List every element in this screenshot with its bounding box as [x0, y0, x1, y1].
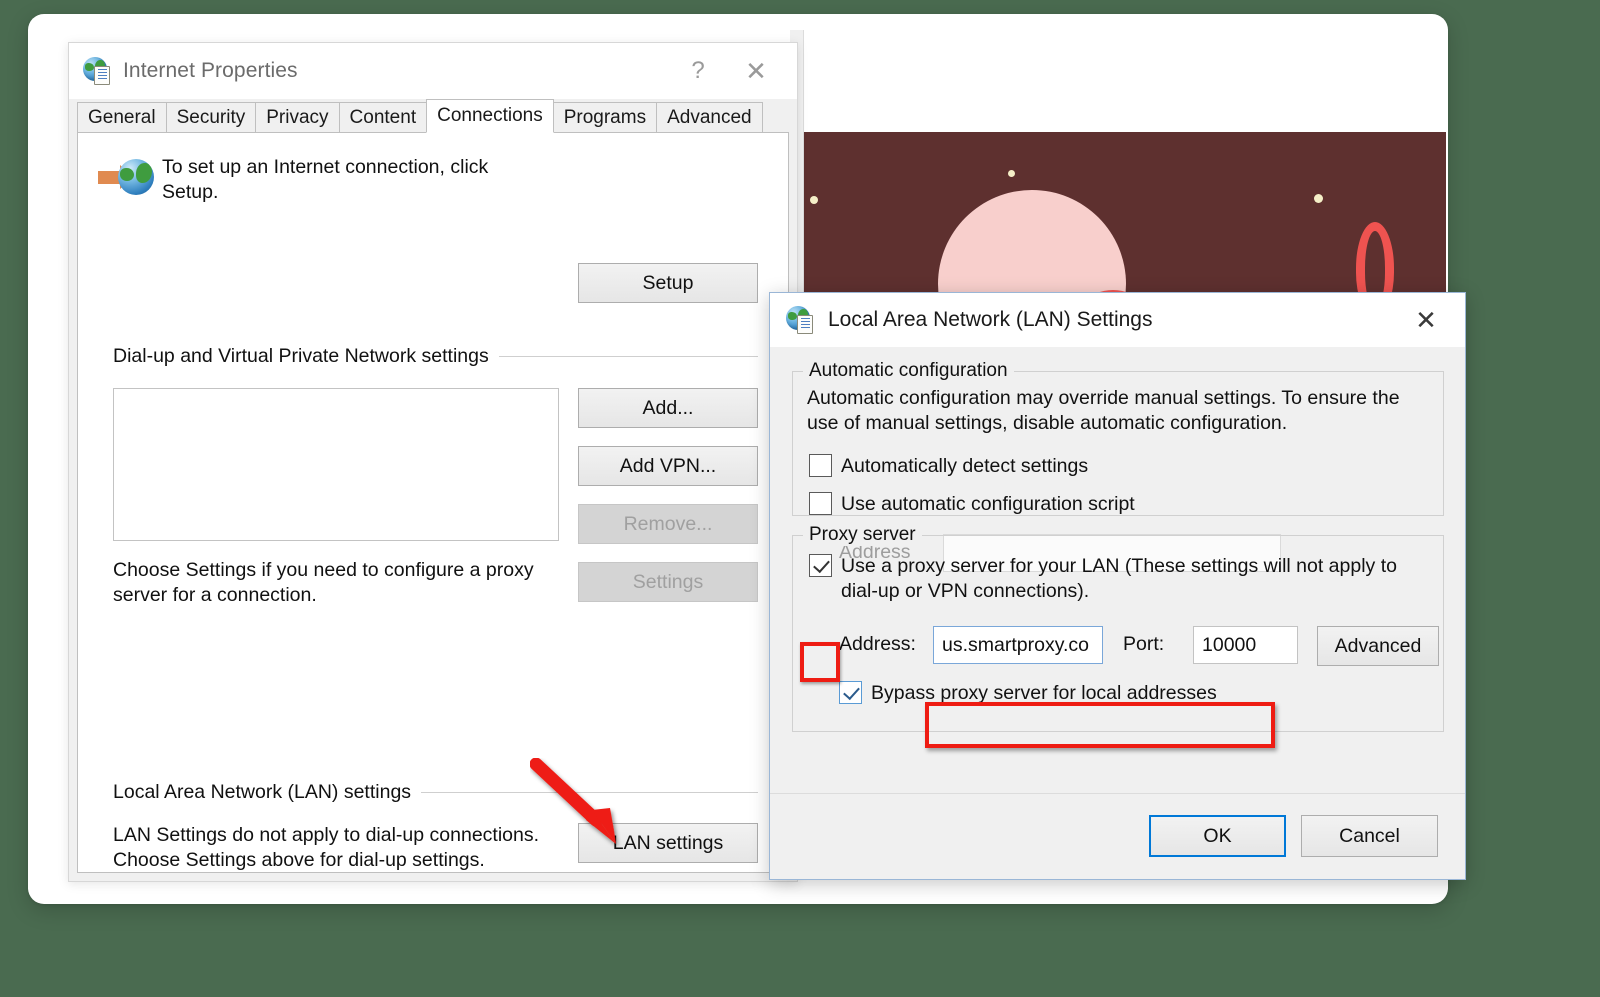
- setup-description: To set up an Internet connection, click …: [162, 156, 489, 203]
- lan-dialog-titlebar: Local Area Network (LAN) Settings ✕: [770, 293, 1465, 347]
- choose-settings-description: Choose Settings if you need to configure…: [113, 559, 534, 606]
- use-proxy-row[interactable]: Use a proxy server for your LAN (These s…: [809, 554, 1409, 604]
- internet-properties-window: Internet Properties ? ✕ General Security…: [68, 42, 798, 882]
- auto-detect-settings-label: Automatically detect settings: [841, 455, 1089, 477]
- automatic-configuration-legend: Automatic configuration: [803, 360, 1014, 382]
- internet-properties-icon: [83, 56, 113, 86]
- add-vpn-button[interactable]: Add VPN...: [578, 446, 758, 486]
- tab-advanced[interactable]: Advanced: [656, 102, 763, 132]
- use-config-script-row[interactable]: Use automatic configuration script: [809, 492, 1135, 517]
- lan-group-label-text: Local Area Network (LAN) settings: [113, 781, 412, 803]
- internet-connection-icon: [98, 157, 156, 203]
- hero-circle-shape: [938, 190, 1126, 302]
- browser-hero-banner: [790, 132, 1446, 302]
- proxy-port-label: Port:: [1123, 633, 1165, 655]
- bypass-proxy-checkbox[interactable]: [839, 681, 862, 704]
- dialog-divider: [770, 793, 1465, 794]
- use-config-script-checkbox[interactable]: [809, 492, 832, 515]
- internet-properties-titlebar: Internet Properties ? ✕: [69, 43, 797, 99]
- tab-connections[interactable]: Connections: [426, 99, 554, 133]
- hero-loop-shape: [1356, 222, 1394, 302]
- lan-settings-description: LAN Settings do not apply to dial-up con…: [113, 824, 540, 871]
- bypass-proxy-row[interactable]: Bypass proxy server for local addresses: [839, 681, 1217, 706]
- browser-page-background: [790, 30, 1446, 302]
- hero-dot: [810, 196, 818, 204]
- lan-close-button[interactable]: ✕: [1403, 299, 1449, 341]
- dialup-group-label: Dial-up and Virtual Private Network sett…: [113, 345, 758, 368]
- use-proxy-label: Use a proxy server for your LAN (These s…: [841, 555, 1397, 602]
- tab-security[interactable]: Security: [165, 102, 257, 132]
- proxy-server-legend: Proxy server: [803, 524, 922, 546]
- lan-dialog-title: Local Area Network (LAN) Settings: [828, 308, 1153, 331]
- settings-button: Settings: [578, 562, 758, 602]
- lan-settings-icon: [786, 305, 816, 335]
- lan-settings-dialog: Local Area Network (LAN) Settings ✕ Auto…: [769, 292, 1466, 880]
- proxy-address-label: Address:: [839, 633, 916, 655]
- use-proxy-checkbox[interactable]: [809, 554, 832, 577]
- tab-strip: General Security Privacy Content Connect…: [77, 99, 789, 133]
- screenshot-frame: Internet Properties ? ✕ General Security…: [28, 14, 1466, 904]
- hero-dot: [1314, 194, 1323, 203]
- auto-detect-settings-checkbox[interactable]: [809, 454, 832, 477]
- auto-detect-settings-row[interactable]: Automatically detect settings: [809, 454, 1088, 479]
- proxy-address-input[interactable]: us.smartproxy.co: [933, 626, 1103, 664]
- use-config-script-label: Use automatic configuration script: [841, 493, 1135, 515]
- group-divider: [421, 792, 758, 793]
- remove-button: Remove...: [578, 504, 758, 544]
- tab-content[interactable]: Content: [338, 102, 428, 132]
- proxy-advanced-button[interactable]: Advanced: [1317, 626, 1439, 666]
- connections-tab-panel: To set up an Internet connection, click …: [77, 133, 789, 873]
- window-title: Internet Properties: [123, 59, 298, 82]
- tab-programs[interactable]: Programs: [552, 102, 658, 132]
- cancel-button[interactable]: Cancel: [1301, 815, 1438, 857]
- lan-settings-button[interactable]: LAN settings: [578, 823, 758, 863]
- setup-row: To set up an Internet connection, click …: [98, 155, 774, 205]
- dialup-group-label-text: Dial-up and Virtual Private Network sett…: [113, 345, 489, 367]
- setup-button[interactable]: Setup: [578, 263, 758, 303]
- tab-privacy[interactable]: Privacy: [255, 102, 340, 132]
- automatic-configuration-group: Automatic configuration Automatic config…: [792, 360, 1444, 572]
- help-button[interactable]: ?: [669, 49, 727, 93]
- tab-general[interactable]: General: [77, 102, 167, 132]
- ok-button[interactable]: OK: [1149, 815, 1286, 857]
- close-button[interactable]: ✕: [727, 49, 785, 93]
- hero-dot: [1008, 170, 1015, 177]
- bypass-proxy-label: Bypass proxy server for local addresses: [871, 682, 1217, 704]
- proxy-port-input[interactable]: 10000: [1193, 626, 1298, 664]
- lan-group-label: Local Area Network (LAN) settings: [113, 781, 758, 804]
- add-button[interactable]: Add...: [578, 388, 758, 428]
- proxy-server-group: Proxy server Use a proxy server for your…: [792, 524, 1444, 732]
- automatic-configuration-description: Automatic configuration may override man…: [807, 387, 1400, 434]
- group-divider: [498, 356, 758, 357]
- dialup-connections-list[interactable]: [113, 388, 559, 541]
